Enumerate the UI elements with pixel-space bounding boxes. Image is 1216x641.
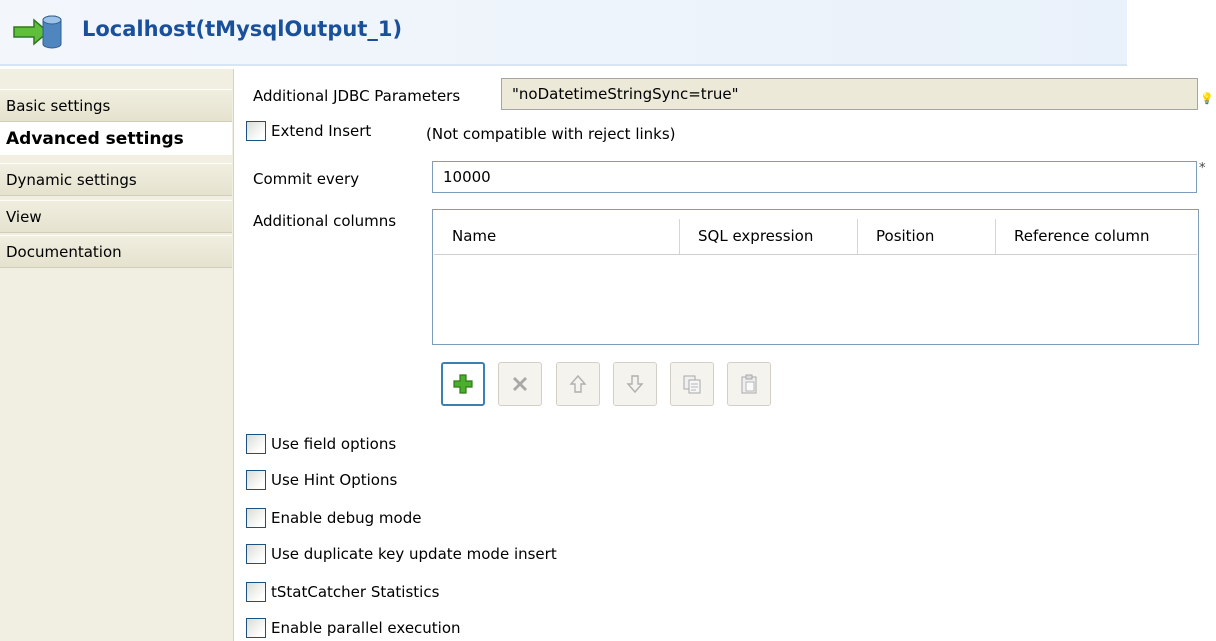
tab-advanced-settings[interactable]: Advanced settings (0, 122, 232, 155)
checkbox-box[interactable] (246, 544, 266, 564)
delete-row-button[interactable] (498, 362, 542, 406)
column-header-sql-expression[interactable]: SQL expression (680, 219, 858, 254)
tab-documentation[interactable]: Documentation (0, 235, 232, 268)
column-header-position[interactable]: Position (858, 219, 996, 254)
enable-parallel-execution-checkbox[interactable]: Enable parallel execution (246, 617, 461, 639)
add-row-button[interactable] (441, 362, 485, 406)
component-title: Localhost(tMysqlOutput_1) (82, 17, 403, 41)
header-divider (0, 64, 1127, 66)
extend-insert-checkbox[interactable]: Extend Insert (246, 120, 371, 142)
paste-icon (741, 374, 757, 394)
delete-icon (513, 377, 527, 391)
checkbox-box[interactable] (246, 434, 266, 454)
enable-debug-mode-label: Enable debug mode (271, 509, 422, 527)
table-header: Name SQL expression Position Reference c… (434, 219, 1197, 255)
use-hint-options-label: Use Hint Options (271, 471, 398, 489)
paste-row-button[interactable] (727, 362, 771, 406)
extend-insert-note: (Not compatible with reject links) (426, 125, 676, 143)
tstatcatcher-statistics-checkbox[interactable]: tStatCatcher Statistics (246, 581, 439, 603)
use-hint-options-checkbox[interactable]: Use Hint Options (246, 469, 397, 491)
settings-sidebar: Basic settings Advanced settings Dynamic… (0, 69, 234, 641)
checkbox-box[interactable] (246, 582, 266, 602)
copy-icon (683, 375, 701, 394)
use-field-options-label: Use field options (271, 435, 397, 453)
tstatcatcher-statistics-label: tStatCatcher Statistics (271, 583, 440, 601)
tab-dynamic-settings[interactable]: Dynamic settings (0, 163, 232, 196)
move-down-icon (626, 375, 644, 394)
copy-row-button[interactable] (670, 362, 714, 406)
checkbox-box[interactable] (246, 121, 266, 141)
add-icon (453, 374, 473, 394)
tab-basic-settings[interactable]: Basic settings (0, 89, 232, 122)
component-header: Localhost(tMysqlOutput_1) (0, 0, 1127, 64)
move-up-icon (569, 374, 587, 393)
column-header-reference-column[interactable]: Reference column (996, 219, 1197, 254)
checkbox-box[interactable] (246, 470, 266, 490)
required-marker: * (1199, 161, 1206, 176)
commit-every-label: Commit every (253, 170, 360, 188)
additional-columns-label: Additional columns (253, 212, 397, 230)
use-field-options-checkbox[interactable]: Use field options (246, 433, 396, 455)
mysql-output-icon (13, 15, 62, 49)
duplicate-key-update-label: Use duplicate key update mode insert (271, 545, 557, 563)
jdbc-params-label: Additional JDBC Parameters (253, 87, 461, 105)
enable-parallel-execution-label: Enable parallel execution (271, 619, 461, 637)
checkbox-box[interactable] (246, 618, 266, 638)
additional-columns-table[interactable]: Name SQL expression Position Reference c… (432, 209, 1199, 345)
move-down-button[interactable] (613, 362, 657, 406)
duplicate-key-update-checkbox[interactable]: Use duplicate key update mode insert (246, 543, 557, 565)
extend-insert-label: Extend Insert (271, 122, 372, 140)
checkbox-box[interactable] (246, 508, 266, 528)
tab-view[interactable]: View (0, 200, 232, 233)
jdbc-params-field[interactable] (501, 78, 1198, 110)
hint-bulb-icon: 💡 (1200, 92, 1214, 105)
move-up-button[interactable] (556, 362, 600, 406)
commit-every-field[interactable] (432, 161, 1197, 193)
enable-debug-mode-checkbox[interactable]: Enable debug mode (246, 507, 421, 529)
column-header-name[interactable]: Name (434, 219, 680, 254)
